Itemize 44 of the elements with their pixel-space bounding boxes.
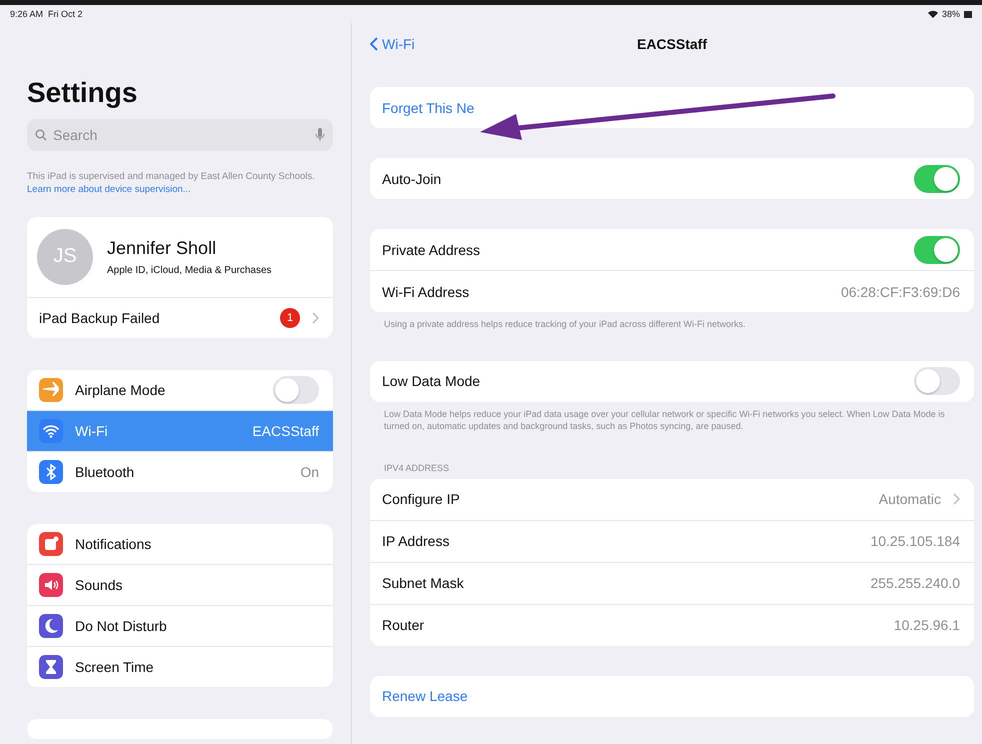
toggle-switch[interactable] xyxy=(273,376,319,404)
setting-label: Private Address xyxy=(382,242,482,258)
section-footer: Using a private address helps reduce tracking of your iPad across different Wi-Fi networks. xyxy=(370,312,974,331)
page-title: Settings xyxy=(27,77,138,109)
toggle-switch[interactable] xyxy=(914,236,960,264)
settings-item[interactable]: Airplane Mode xyxy=(27,370,333,410)
setting-label: Wi-Fi Address xyxy=(382,284,470,300)
avatar: JS xyxy=(37,228,93,285)
setting-label: Low Data Mode xyxy=(382,373,482,390)
setting-value: 10.25.96.1 xyxy=(894,617,960,634)
status-time: 9:26 AM Fri Oct 2 xyxy=(10,9,83,19)
settings-item[interactable]: Sounds xyxy=(27,564,333,605)
setting-label: Router xyxy=(382,617,426,634)
backup-alert-row[interactable]: iPad Backup Failed 1 xyxy=(27,296,333,338)
notification-badge: 1 xyxy=(280,308,300,328)
battery-icon xyxy=(964,10,972,18)
section-header: IPV4 ADDRESS xyxy=(383,462,450,475)
setting-label: Auto-Join xyxy=(382,170,442,186)
settings-item[interactable]: Screen Time xyxy=(27,646,333,687)
setting-link-row[interactable]: Configure IP Automatic xyxy=(370,478,974,520)
settings-item[interactable]: Do Not Disturb xyxy=(27,604,333,646)
search-icon xyxy=(35,129,47,141)
toggle-switch[interactable] xyxy=(914,164,960,192)
network-title: EACSStaff xyxy=(636,36,707,52)
action-link[interactable]: Forget This Ne xyxy=(370,87,974,128)
chevron-icon xyxy=(312,312,319,324)
wifi-icon xyxy=(928,10,938,18)
back-chevron-icon xyxy=(370,37,378,51)
settings-item[interactable]: Bluetooth On xyxy=(27,450,333,492)
battery-percentage: 38% xyxy=(942,9,960,19)
setting-label: IP Address xyxy=(382,533,450,550)
setting-label: Subnet Mask xyxy=(382,575,465,592)
setting-value: 06:28:CF:F3:69:D6 xyxy=(840,284,960,300)
toggle-switch[interactable] xyxy=(914,367,960,396)
microphone-icon[interactable] xyxy=(315,128,325,142)
chevron-icon xyxy=(953,493,960,506)
setting-value: 255.255.240.0 xyxy=(870,575,960,592)
settings-item[interactable]: Notifications xyxy=(27,524,333,564)
section-footer: Low Data Mode helps reduce your iPad data usage over your cellular network or specific Wi-Fi networks you select. When Low Data Mode is turned on, automatic updates and background tasks, such as Photos syncing, are paused. xyxy=(370,402,974,433)
account-name: Jennifer Sholl xyxy=(107,238,218,259)
setting-value: 10.25.105.184 xyxy=(870,533,960,550)
supervision-note: This iPad is supervised and managed by East Allen County Schools. Learn more about device supervision... xyxy=(27,171,316,197)
account-subtitle: Apple ID, iCloud, Media & Purchases xyxy=(107,264,272,276)
action-link[interactable]: Renew Lease xyxy=(370,676,974,717)
